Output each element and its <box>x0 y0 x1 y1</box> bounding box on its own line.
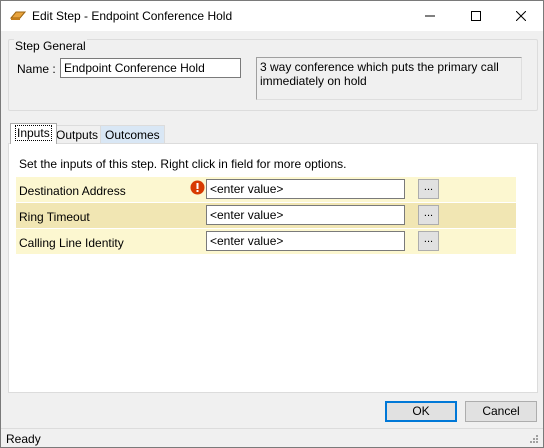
destination-address-browse-button[interactable]: ... <box>418 179 439 199</box>
close-icon[interactable] <box>498 1 544 31</box>
name-label: Name : <box>17 62 56 76</box>
window-title: Edit Step - Endpoint Conference Hold <box>32 9 233 23</box>
destination-address-input[interactable]: <enter value> <box>206 179 405 199</box>
status-text: Ready <box>6 432 41 446</box>
description-field[interactable]: 3 way conference which puts the primary … <box>256 57 522 100</box>
step-general-label: Step General <box>14 39 87 53</box>
calling-line-identity-input[interactable]: <enter value> <box>206 231 405 251</box>
ring-timeout-input[interactable]: <enter value> <box>206 205 405 225</box>
cancel-button[interactable]: Cancel <box>465 401 537 422</box>
step-icon <box>9 9 27 23</box>
resize-grip-icon[interactable] <box>528 433 539 444</box>
calling-line-identity-browse-button[interactable]: ... <box>418 231 439 251</box>
input-row-calling-line-identity: Calling Line Identity <enter value> ... <box>16 229 516 254</box>
ok-button[interactable]: OK <box>385 401 457 422</box>
input-row-ring-timeout: Ring Timeout <enter value> ... <box>16 203 516 228</box>
input-row-label: Ring Timeout <box>19 210 90 224</box>
tab-outputs[interactable]: Outputs <box>51 125 104 144</box>
tab-outputs-label: Outputs <box>56 128 99 142</box>
input-row-label: Destination Address <box>19 184 126 198</box>
input-row-label: Calling Line Identity <box>19 236 124 250</box>
inputs-hint: Set the inputs of this step. Right click… <box>19 157 347 171</box>
name-input[interactable]: Endpoint Conference Hold <box>60 58 241 78</box>
input-row-destination-address: Destination Address <enter value> ... <box>16 177 516 202</box>
tab-inputs[interactable]: Inputs <box>10 123 57 144</box>
tab-outcomes-label: Outcomes <box>105 128 160 142</box>
maximize-icon[interactable] <box>453 1 499 31</box>
status-bar: Ready <box>1 428 543 447</box>
tab-inputs-label: Inputs <box>15 125 52 141</box>
error-icon <box>190 180 205 195</box>
title-bar[interactable]: Edit Step - Endpoint Conference Hold <box>1 1 543 31</box>
edit-step-dialog: Edit Step - Endpoint Conference Hold Ste… <box>0 0 544 448</box>
ring-timeout-browse-button[interactable]: ... <box>418 205 439 225</box>
minimize-icon[interactable] <box>407 1 453 31</box>
tab-outcomes[interactable]: Outcomes <box>100 125 165 144</box>
